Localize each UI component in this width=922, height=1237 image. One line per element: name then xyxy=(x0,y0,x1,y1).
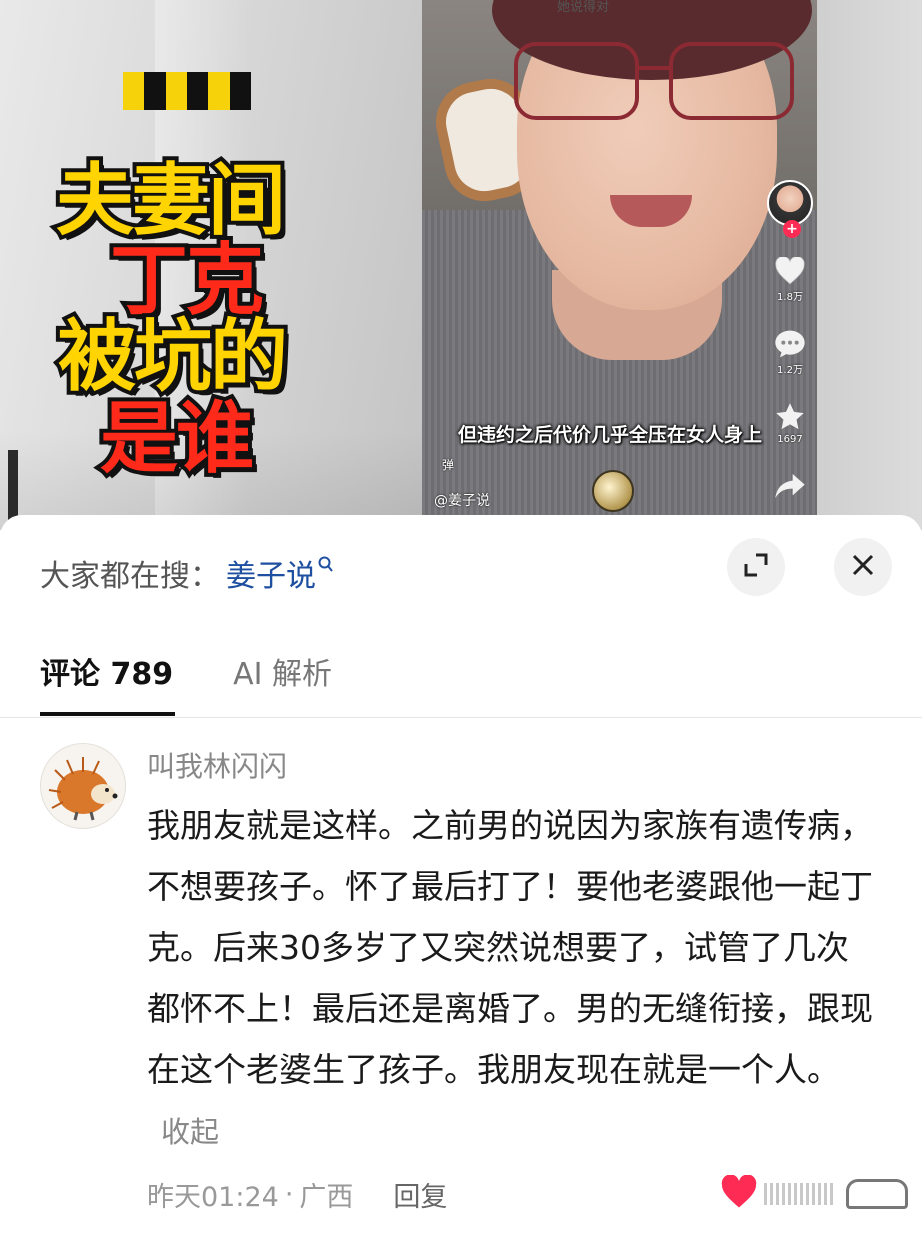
censor-block xyxy=(165,72,187,110)
censor-block xyxy=(144,72,166,110)
tab-bar: 评论 789 AI 解析 xyxy=(40,649,332,693)
video-frame: 她说得对 但违约之后代价几乎全压在女人身上 弹 @姜子说 xyxy=(422,0,817,530)
glass-lens xyxy=(514,42,639,120)
reply-button[interactable]: 回复 xyxy=(393,1175,447,1214)
cover-title-line: 被坑的 xyxy=(54,312,292,402)
comment-bubble-icon xyxy=(773,329,807,359)
author-avatar[interactable]: + xyxy=(767,180,813,238)
heart-filled-icon xyxy=(721,1174,757,1208)
sweater-button xyxy=(592,470,634,512)
expand-icon xyxy=(743,552,769,582)
comment-username[interactable]: 叫我林闪闪 xyxy=(147,745,287,785)
search-suggestion[interactable]: 大家都在搜： 姜子说 xyxy=(40,551,334,595)
share-arrow-icon xyxy=(773,471,807,501)
censor-block xyxy=(123,72,145,110)
expand-button[interactable] xyxy=(727,538,785,596)
share-action[interactable] xyxy=(773,471,807,501)
video-side-actions: + 1.8万 1.2万 1697 xyxy=(764,180,816,501)
comment-text: 我朋友就是这样。之前男的说因为家族有遗传病，不想要孩子。怀了最后打了！要他老婆跟… xyxy=(147,806,873,1089)
glass-bridge xyxy=(636,66,672,70)
glasses-shape xyxy=(514,42,804,122)
active-tab-indicator xyxy=(40,712,175,716)
danmaku-mark: 弹 xyxy=(442,458,455,472)
tab-ai-analysis[interactable]: AI 解析 xyxy=(233,649,332,693)
video-top-caption: 她说得对 xyxy=(557,0,610,15)
comment-count: 1.2万 xyxy=(777,365,803,376)
like-action[interactable]: 1.8万 xyxy=(773,256,807,303)
close-icon xyxy=(851,553,875,581)
censor-block xyxy=(186,72,209,110)
tab-comments[interactable]: 评论 789 xyxy=(40,649,173,693)
video-player[interactable]: 夫妻间 丁克 被坑的 是谁 她说得对 但违约之后代价几乎全压在女人身上 弹 @姜… xyxy=(0,0,922,530)
censor-block xyxy=(208,72,230,110)
divider xyxy=(0,717,922,718)
hedgehog-avatar-icon xyxy=(48,757,118,821)
glass-lens xyxy=(669,42,794,120)
search-term-link[interactable]: 姜子说 xyxy=(226,551,316,595)
meta-separator: · xyxy=(284,1179,294,1210)
cover-title-line: 夫妻间 xyxy=(52,156,290,246)
comment-sheet: 大家都在搜： 姜子说 评论 789 AI 解析 叫我林闪闪 我朋友就是这样。之前… xyxy=(0,515,922,1237)
comment-meta: 昨天01:24 · 广西 回复 xyxy=(147,1175,447,1214)
search-mini-icon xyxy=(318,555,334,579)
star-icon xyxy=(773,402,807,432)
comment-text-block: 我朋友就是这样。之前男的说因为家族有遗传病，不想要孩子。怀了最后打了！要他老婆跟… xyxy=(147,795,877,1163)
dislike-icon[interactable] xyxy=(846,1179,908,1209)
follow-plus-icon[interactable]: + xyxy=(783,220,801,238)
author-handle[interactable]: @姜子说 xyxy=(434,490,490,510)
video-subtitle: 但违约之后代价几乎全压在女人身上 xyxy=(458,424,763,446)
avatar[interactable] xyxy=(40,743,126,829)
favorite-action[interactable]: 1697 xyxy=(773,402,807,445)
like-count: 1.8万 xyxy=(777,292,803,303)
search-prefix: 大家都在搜： xyxy=(40,559,220,594)
censor-block xyxy=(229,72,251,110)
heart-icon xyxy=(773,256,807,286)
comment-location: 广西 xyxy=(299,1182,354,1213)
close-button[interactable] xyxy=(834,538,892,596)
comment-actions xyxy=(720,1174,908,1213)
video-side-background xyxy=(817,0,922,530)
like-button[interactable] xyxy=(720,1174,758,1213)
cover-title-line: 是谁 xyxy=(96,394,258,484)
comment-action[interactable]: 1.2万 xyxy=(773,329,807,376)
cover-title-line: 丁克 xyxy=(106,236,268,326)
comment-time: 昨天01:24 xyxy=(147,1182,279,1213)
favorite-count: 1697 xyxy=(777,434,803,445)
like-count-obscured xyxy=(764,1183,834,1205)
collapse-link[interactable]: 收起 xyxy=(161,1115,219,1149)
censor-bar xyxy=(123,72,251,110)
